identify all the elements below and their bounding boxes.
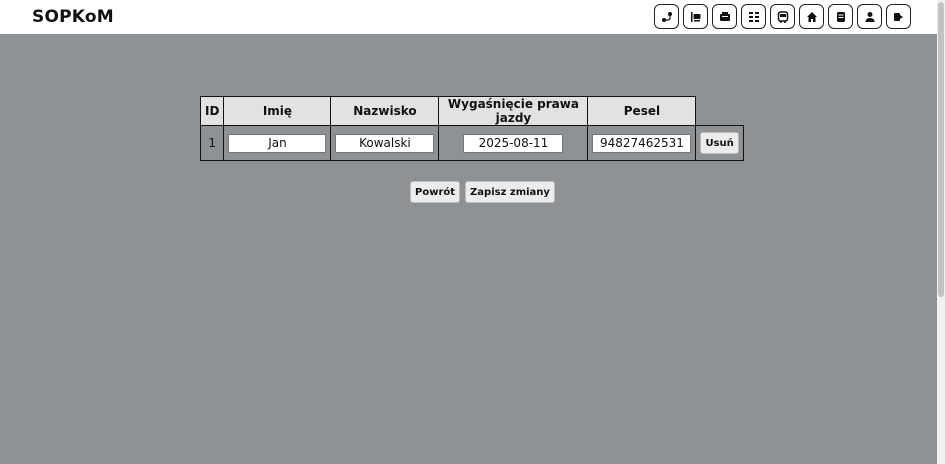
user-icon	[865, 11, 874, 22]
column-header-actions	[695, 96, 744, 126]
imie-input[interactable]	[228, 133, 327, 153]
delete-button[interactable]: Usuń	[700, 132, 739, 154]
bus-stop-button[interactable]	[683, 4, 708, 29]
back-button[interactable]: Powrót	[410, 181, 461, 203]
column-header-nazwisko: Nazwisko	[330, 96, 440, 126]
bus-icon	[777, 10, 788, 23]
ticket-icon	[719, 11, 730, 21]
column-header-imie: Imię	[223, 96, 332, 126]
home-icon	[806, 11, 817, 22]
wygasniecie-input[interactable]	[463, 133, 564, 153]
column-header-wygasniecie: Wygaśnięcie prawa jazdy	[438, 96, 589, 126]
pesel-input[interactable]	[592, 133, 692, 153]
timetable-button[interactable]	[741, 4, 766, 29]
nazwisko-input[interactable]	[335, 133, 435, 153]
scrollbar-thumb[interactable]	[938, 2, 944, 297]
table-row: 1 Usuń	[199, 125, 744, 161]
app-logo: SOPKoM	[32, 7, 114, 27]
document-button[interactable]	[828, 4, 853, 29]
save-changes-button[interactable]: Zapisz zmiany	[465, 181, 555, 203]
form-actions: Powrót Zapisz zmiany	[410, 181, 555, 203]
cell-wygasniecie	[438, 125, 589, 161]
bus-button[interactable]	[770, 4, 795, 29]
home-button[interactable]	[799, 4, 824, 29]
route-icon	[661, 11, 672, 22]
column-header-pesel: Pesel	[587, 96, 697, 126]
drivers-table: ID Imię Nazwisko Wygaśnięcie prawa jazdy…	[199, 96, 744, 161]
cell-actions: Usuń	[695, 125, 744, 161]
logout-icon	[893, 12, 903, 21]
top-bar: SOPKoM	[0, 0, 937, 34]
nav-button-group	[654, 4, 911, 29]
column-header-id: ID	[199, 96, 225, 126]
timetable-icon	[748, 11, 759, 22]
user-button[interactable]	[857, 4, 882, 29]
ticket-button[interactable]	[712, 4, 737, 29]
route-button[interactable]	[654, 4, 679, 29]
table-header-row: ID Imię Nazwisko Wygaśnięcie prawa jazdy…	[199, 96, 744, 126]
bus-stop-icon	[690, 11, 700, 22]
logout-button[interactable]	[886, 4, 911, 29]
document-icon	[836, 11, 845, 22]
cell-nazwisko	[330, 125, 440, 161]
cell-imie	[223, 125, 332, 161]
cell-pesel	[587, 125, 697, 161]
cell-id: 1	[199, 125, 225, 161]
